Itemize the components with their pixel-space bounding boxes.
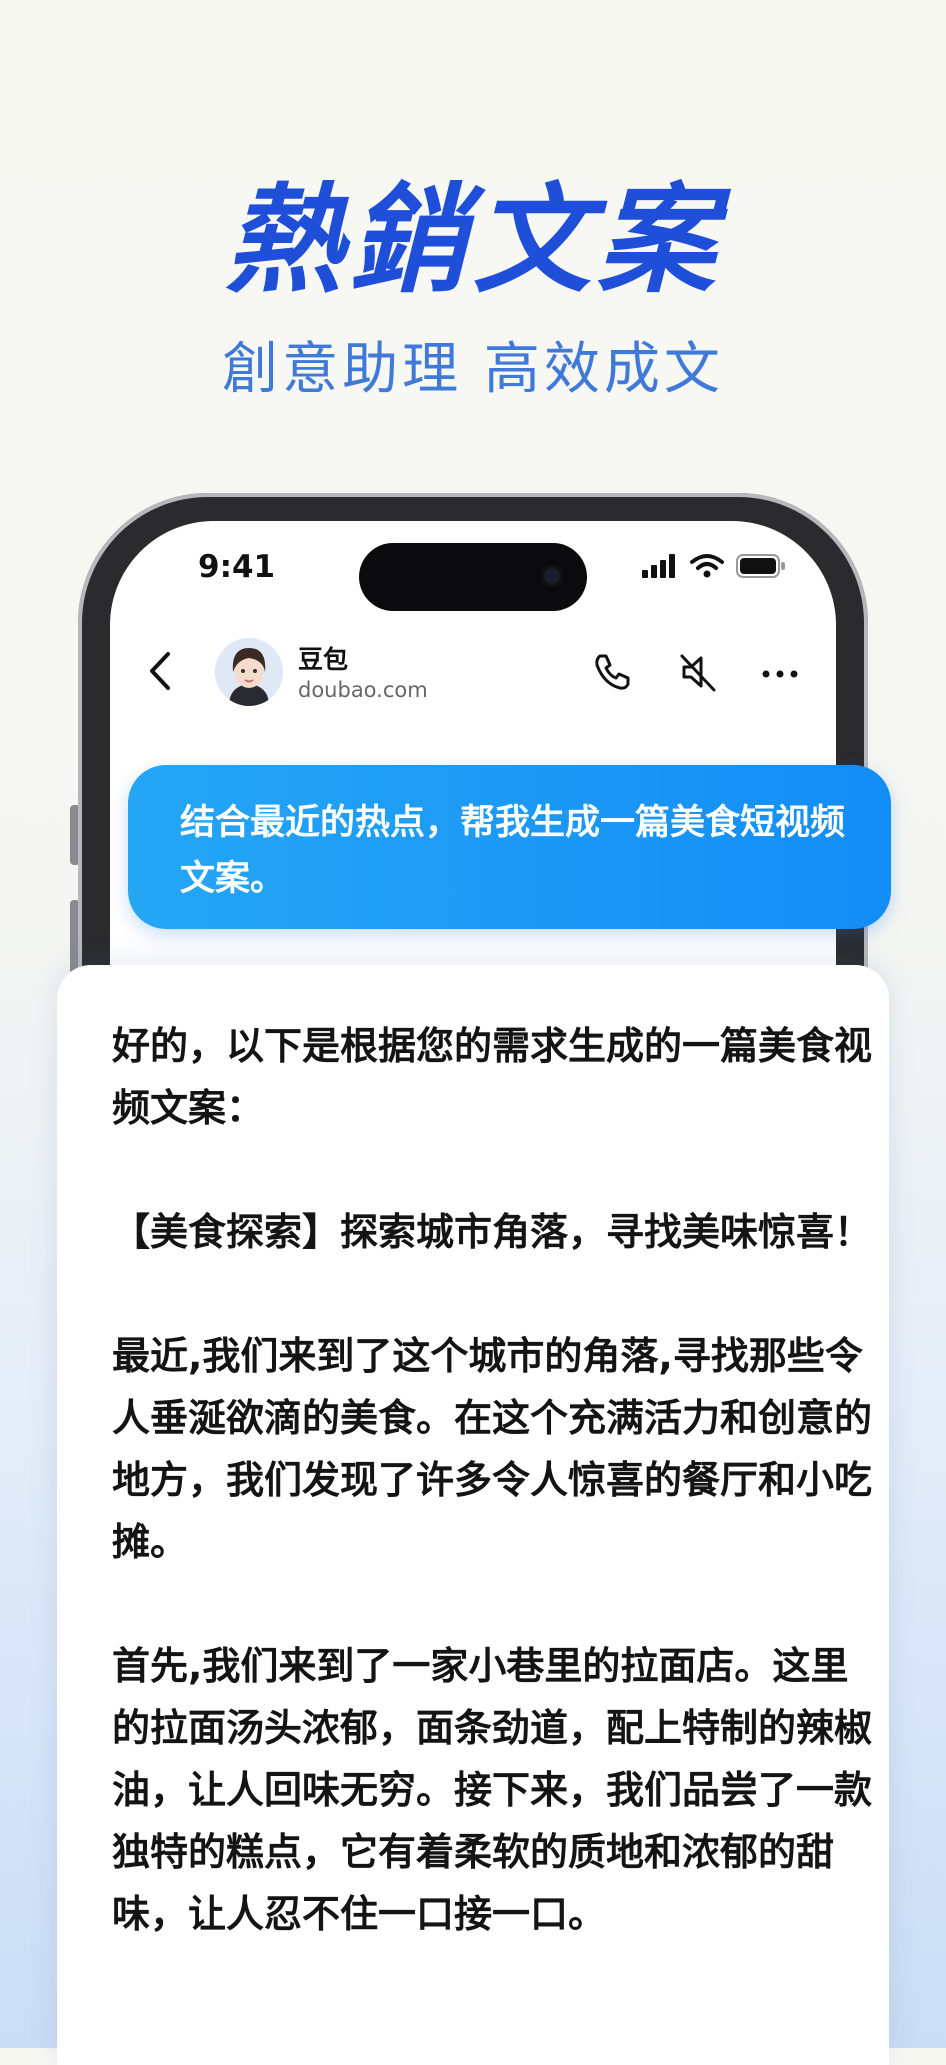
- reply-paragraph: 最近,我们来到了这个城市的角落,寻找那些令人垂涎欲滴的美食。在这个充满活力和创意…: [112, 1334, 873, 1564]
- bot-reply-text: 好的，以下是根据您的需求生成的一篇美食视频文案： 【美食探索】探索城市角落，寻找…: [112, 1015, 872, 2007]
- more-icon[interactable]: [756, 648, 804, 696]
- reply-paragraph: 首先,我们来到了一家小巷里的拉面店。这里的拉面汤头浓郁，面条劲道，配上特制的辣椒…: [112, 1644, 873, 1936]
- reply-paragraph: 【美食探索】探索城市角落，寻找美味惊喜！: [112, 1210, 873, 1254]
- hero-subtitle: 創意助理 高效成文: [222, 337, 724, 402]
- hero-title: 熱銷文案: [224, 171, 721, 309]
- user-message-bubble: 结合最近的热点，帮我生成一篇美食短视频文案。: [128, 765, 891, 929]
- avatar-image: [215, 638, 283, 706]
- user-message-text: 结合最近的热点，帮我生成一篇美食短视频文案。: [180, 803, 846, 899]
- phone-icon[interactable]: [588, 648, 636, 696]
- mute-icon[interactable]: [674, 648, 722, 696]
- status-icons: [642, 553, 786, 579]
- bot-domain: doubao.com: [298, 678, 428, 702]
- bot-name: 豆包: [298, 645, 349, 674]
- chat-header: 豆包 doubao.com: [110, 626, 836, 721]
- battery-icon: [736, 554, 785, 578]
- dynamic-island: [359, 543, 587, 611]
- bot-reply-card: 好的，以下是根据您的需求生成的一篇美食视频文案： 【美食探索】探索城市角落，寻找…: [57, 965, 889, 2065]
- camera-icon: [541, 565, 563, 587]
- signal-icon: [642, 554, 675, 578]
- avatar[interactable]: [215, 638, 283, 706]
- reply-paragraph: 好的，以下是根据您的需求生成的一篇美食视频文案：: [112, 1024, 873, 1130]
- back-arrow-icon[interactable]: [140, 646, 180, 696]
- wifi-icon: [690, 554, 724, 578]
- status-time: 9:41: [198, 549, 276, 585]
